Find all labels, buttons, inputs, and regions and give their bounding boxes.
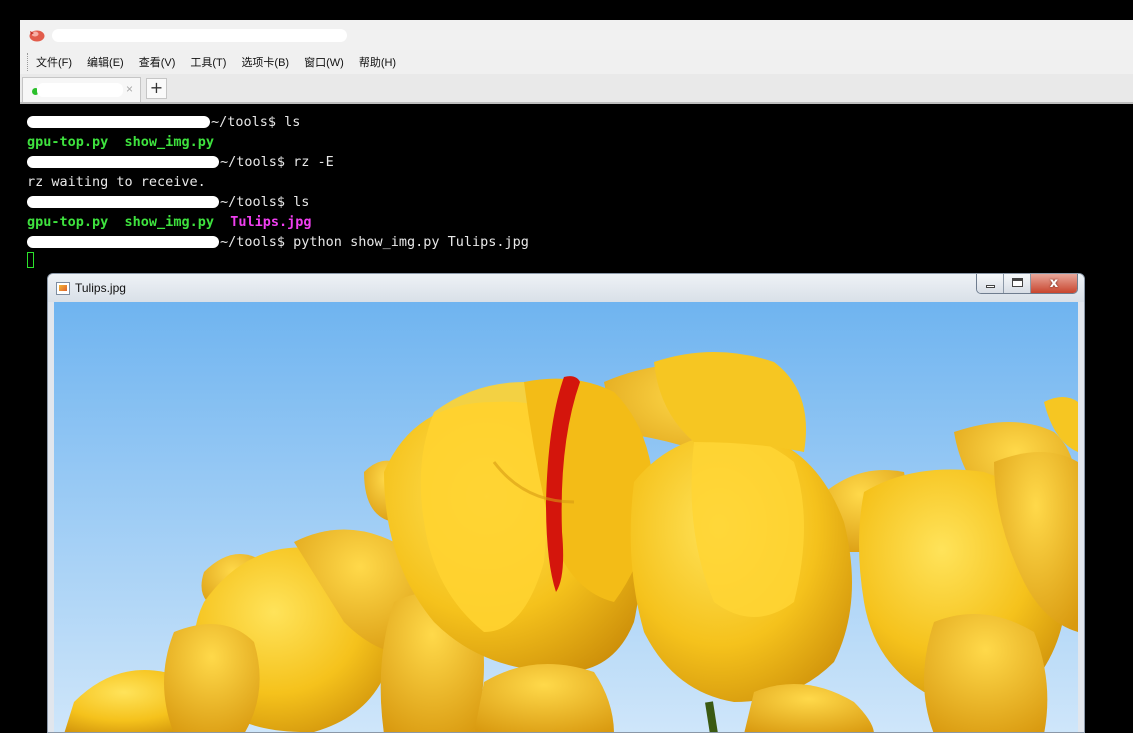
command-text: ls xyxy=(284,114,301,130)
image-file-icon xyxy=(56,282,70,295)
terminal-cursor xyxy=(27,252,34,268)
file-name: gpu-top.py xyxy=(27,214,109,230)
redacted-prompt xyxy=(27,156,219,168)
close-button[interactable]: x xyxy=(1031,274,1077,293)
prompt-path: ~/tools$ xyxy=(220,154,286,170)
prompt-path: ~/tools$ xyxy=(220,234,286,250)
menu-file[interactable]: 文件(F) xyxy=(36,54,72,70)
menu-help[interactable]: 帮助(H) xyxy=(359,54,396,70)
output-text: rz waiting to receive. xyxy=(27,174,206,190)
terminal-line: ~/tools$ ls xyxy=(27,112,300,132)
tulips-image xyxy=(54,302,1078,732)
file-name: Tulips.jpg xyxy=(230,214,312,230)
file-name: show_img.py xyxy=(124,214,214,230)
command-text: rz -E xyxy=(293,154,334,170)
prompt-path: ~/tools$ xyxy=(220,194,286,210)
file-name: gpu-top.py xyxy=(27,134,109,150)
terminal-line: ~/tools$ ls xyxy=(27,192,309,212)
menu-tabs[interactable]: 选项卡(B) xyxy=(241,54,289,70)
close-icon: x xyxy=(1049,276,1059,291)
menu-window[interactable]: 窗口(W) xyxy=(304,54,344,70)
redacted-window-title xyxy=(52,29,347,42)
maximize-button[interactable] xyxy=(1004,274,1031,293)
command-text: ls xyxy=(293,194,310,210)
menu-bar: 文件(F) 编辑(E) 查看(V) 工具(T) 选项卡(B) 窗口(W) 帮助(… xyxy=(20,50,1133,74)
title-bar[interactable] xyxy=(20,20,1133,51)
command-text: python show_img.py Tulips.jpg xyxy=(293,234,529,250)
toolbar-grip[interactable] xyxy=(27,53,30,71)
terminal-line: ~/tools$ rz -E xyxy=(27,152,334,172)
prompt-path: ~/tools$ xyxy=(211,114,277,130)
app-logo-icon xyxy=(29,30,45,42)
window-controls: x xyxy=(976,274,1078,294)
minimize-button[interactable] xyxy=(977,274,1004,293)
terminal-line: ~/tools$ python show_img.py Tulips.jpg xyxy=(27,232,529,252)
viewer-title-bar[interactable]: Tulips.jpg x xyxy=(48,274,1084,302)
session-tab[interactable]: × xyxy=(22,77,141,102)
file-name: show_img.py xyxy=(124,134,214,150)
terminal-line: gpu-top.py show_img.py Tulips.jpg xyxy=(27,212,312,232)
viewer-title: Tulips.jpg xyxy=(75,281,126,295)
terminal-line: rz waiting to receive. xyxy=(27,172,206,192)
image-viewer-window: Tulips.jpg x xyxy=(47,273,1085,733)
menu-view[interactable]: 查看(V) xyxy=(139,54,176,70)
menu-tools[interactable]: 工具(T) xyxy=(190,54,226,70)
terminal-line: gpu-top.py show_img.py xyxy=(27,132,214,152)
redacted-prompt xyxy=(27,236,219,248)
redacted-prompt xyxy=(27,196,219,208)
new-tab-button[interactable]: + xyxy=(146,78,167,99)
tulips-photo xyxy=(54,302,1078,732)
redacted-tab-title xyxy=(37,83,123,97)
menu-edit[interactable]: 编辑(E) xyxy=(87,54,124,70)
redacted-prompt xyxy=(27,116,210,128)
tab-close-icon[interactable]: × xyxy=(126,82,133,96)
tab-bar: × + xyxy=(20,74,1133,104)
